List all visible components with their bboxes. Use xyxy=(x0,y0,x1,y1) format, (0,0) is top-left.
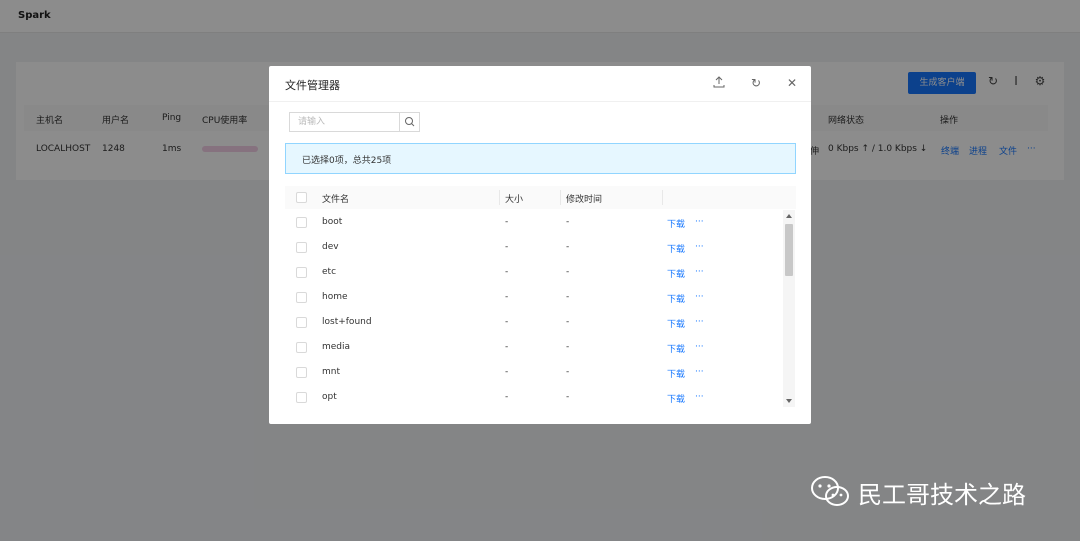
more-link[interactable]: ··· xyxy=(695,242,704,252)
download-link[interactable]: 下载 xyxy=(667,392,685,405)
row-checkbox[interactable] xyxy=(296,392,307,403)
download-link[interactable]: 下载 xyxy=(667,292,685,305)
file-name[interactable]: opt xyxy=(322,392,337,402)
search-input[interactable] xyxy=(289,112,399,132)
file-list: boot - - 下载 ··· dev - - 下载 ··· etc - - 下… xyxy=(285,210,783,407)
file-size: - xyxy=(505,317,509,327)
file-modified: - xyxy=(566,317,570,327)
file-name[interactable]: media xyxy=(322,342,350,352)
file-modified: - xyxy=(566,367,570,377)
watermark: 民工哥技术之路 xyxy=(810,474,1026,510)
more-link[interactable]: ··· xyxy=(695,367,704,377)
header-modified: 修改时间 xyxy=(566,195,603,205)
file-name[interactable]: lost+found xyxy=(322,317,372,327)
file-modified: - xyxy=(566,342,570,352)
file-row[interactable]: lost+found - - 下载 ··· xyxy=(285,310,783,335)
file-size: - xyxy=(505,342,509,352)
file-row[interactable]: mnt - - 下载 ··· xyxy=(285,360,783,385)
row-checkbox[interactable] xyxy=(296,367,307,378)
more-link[interactable]: ··· xyxy=(695,392,704,402)
download-link[interactable]: 下载 xyxy=(667,267,685,280)
row-checkbox[interactable] xyxy=(296,242,307,253)
more-link[interactable]: ··· xyxy=(695,292,704,302)
header-size: 大小 xyxy=(505,195,524,205)
column-divider xyxy=(662,190,663,205)
scroll-up-arrow-icon[interactable] xyxy=(786,214,792,218)
file-row[interactable]: opt - - 下载 ··· xyxy=(285,385,783,407)
file-modified: - xyxy=(566,267,570,277)
selection-alert-text: 已选择0项，总共25项 xyxy=(302,156,392,166)
file-row[interactable]: dev - - 下载 ··· xyxy=(285,235,783,260)
download-link[interactable]: 下载 xyxy=(667,217,685,230)
header-filename: 文件名 xyxy=(322,195,350,205)
download-link[interactable]: 下载 xyxy=(667,242,685,255)
scrollbar-thumb[interactable] xyxy=(785,224,793,276)
file-size: - xyxy=(505,367,509,377)
row-checkbox[interactable] xyxy=(296,217,307,228)
more-link[interactable]: ··· xyxy=(695,217,704,227)
file-table-header: 文件名 大小 修改时间 xyxy=(285,186,796,209)
file-size: - xyxy=(505,242,509,252)
select-all-checkbox[interactable] xyxy=(296,192,307,203)
file-size: - xyxy=(505,392,509,402)
modal-title: 文件管理器 xyxy=(285,79,340,92)
file-name[interactable]: boot xyxy=(322,217,342,227)
close-icon[interactable]: ✕ xyxy=(785,76,799,90)
download-link[interactable]: 下载 xyxy=(667,367,685,380)
file-name[interactable]: dev xyxy=(322,242,339,252)
search-button[interactable] xyxy=(399,112,420,132)
file-name[interactable]: mnt xyxy=(322,367,340,377)
file-list-scrollbar[interactable] xyxy=(783,210,795,407)
file-row[interactable]: home - - 下载 ··· xyxy=(285,285,783,310)
file-modified: - xyxy=(566,392,570,402)
reload-icon[interactable]: ↻ xyxy=(749,76,763,90)
selection-alert: 已选择0项，总共25项 xyxy=(285,143,796,174)
file-row[interactable]: etc - - 下载 ··· xyxy=(285,260,783,285)
file-row[interactable]: boot - - 下载 ··· xyxy=(285,210,783,235)
file-size: - xyxy=(505,267,509,277)
upload-icon[interactable] xyxy=(712,76,726,90)
more-link[interactable]: ··· xyxy=(695,317,704,327)
download-link[interactable]: 下载 xyxy=(667,342,685,355)
more-link[interactable]: ··· xyxy=(695,342,704,352)
modal-header: 文件管理器 ↻ ✕ xyxy=(269,66,811,102)
row-checkbox[interactable] xyxy=(296,317,307,328)
file-name[interactable]: home xyxy=(322,292,348,302)
file-modified: - xyxy=(566,217,570,227)
row-checkbox[interactable] xyxy=(296,267,307,278)
wechat-icon xyxy=(811,476,849,506)
row-checkbox[interactable] xyxy=(296,342,307,353)
file-manager-modal: 文件管理器 ↻ ✕ 已选择0项，总共25项 文件名 大小 修改时间 boot -… xyxy=(269,66,811,424)
row-checkbox[interactable] xyxy=(296,292,307,303)
file-size: - xyxy=(505,292,509,302)
file-modified: - xyxy=(566,292,570,302)
download-link[interactable]: 下载 xyxy=(667,317,685,330)
watermark-text: 民工哥技术之路 xyxy=(858,480,1026,509)
file-name[interactable]: etc xyxy=(322,267,336,277)
file-modified: - xyxy=(566,242,570,252)
file-size: - xyxy=(505,217,509,227)
more-link[interactable]: ··· xyxy=(695,267,704,277)
search-icon xyxy=(405,117,415,127)
column-divider xyxy=(560,190,561,205)
column-divider xyxy=(499,190,500,205)
scroll-down-arrow-icon[interactable] xyxy=(786,399,792,403)
file-row[interactable]: media - - 下载 ··· xyxy=(285,335,783,360)
